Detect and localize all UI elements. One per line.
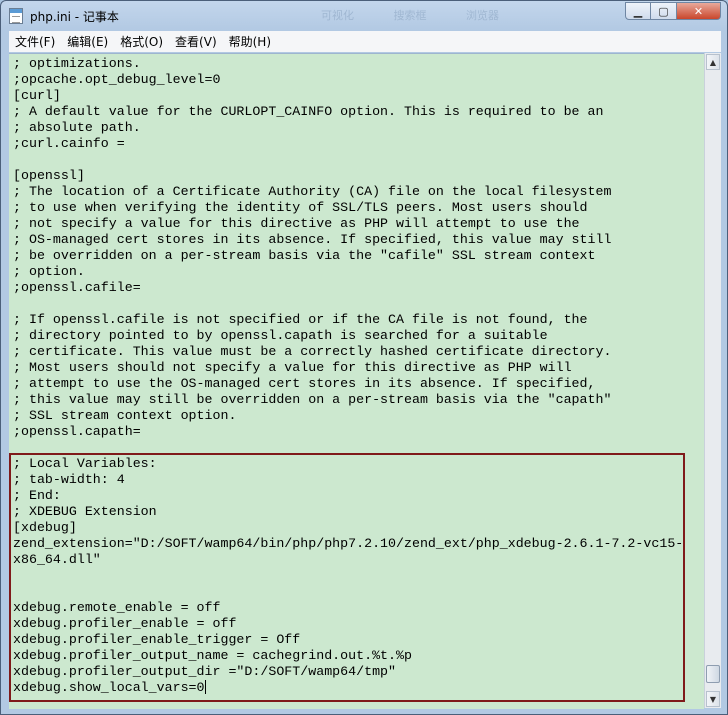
window-title: php.ini - 记事本 — [30, 10, 119, 24]
editor-line: ; certificate. This value must be a corr… — [13, 344, 612, 359]
scroll-thumb[interactable] — [706, 665, 720, 683]
title-bar[interactable]: php.ini - 记事本 可视化 搜索框 浏览器 ▁ ▢ ✕ — [1, 1, 727, 31]
editor-line: xdebug.profiler_output_name = cachegrind… — [13, 648, 412, 663]
ghost-tab: 可视化 — [321, 9, 354, 22]
ghost-tab: 搜索框 — [393, 9, 427, 22]
menu-format[interactable]: 格式(O) — [114, 33, 169, 50]
editor-line: zend_extension="D:/SOFT/wamp64/bin/php/p… — [13, 536, 684, 551]
menu-bar: 文件(F) 编辑(E) 格式(O) 查看(V) 帮助(H) — [9, 31, 721, 52]
background-taskbar-ghost: 可视化 搜索框 浏览器 — [321, 7, 535, 23]
editor-line: ; If openssl.cafile is not specified or … — [13, 312, 588, 327]
editor-line: x86_64.dll" — [13, 552, 101, 567]
editor-line: ; XDEBUG Extension — [13, 504, 157, 519]
editor-line: ;openssl.capath= — [13, 424, 141, 439]
editor-line: ;curl.cainfo = — [13, 136, 125, 151]
editor-line: ; this value may still be overridden on … — [13, 392, 612, 407]
close-button[interactable]: ✕ — [677, 2, 721, 20]
editor-line: ; be overridden on a per-stream basis vi… — [13, 248, 596, 263]
notepad-window: php.ini - 记事本 可视化 搜索框 浏览器 ▁ ▢ ✕ 文件(F) 编辑… — [0, 0, 728, 715]
text-caret — [204, 680, 206, 695]
window-controls: ▁ ▢ ✕ — [625, 2, 721, 22]
editor-line: xdebug.profiler_enable_trigger = Off — [13, 632, 301, 647]
editor-line: xdebug.profiler_enable = off — [13, 616, 237, 631]
editor-line: ; The location of a Certificate Authorit… — [13, 184, 612, 199]
editor-line: ; Most users should not specify a value … — [13, 360, 572, 375]
text-editor-area[interactable]: ; optimizations. ;opcache.opt_debug_level… — [9, 53, 704, 709]
menu-view[interactable]: 查看(V) — [169, 33, 223, 50]
editor-line: xdebug.show_local_vars=0 — [13, 680, 206, 695]
close-icon: ✕ — [693, 4, 704, 18]
editor-line: ; to use when verifying the identity of … — [13, 200, 588, 215]
editor-line: ; option. — [13, 264, 85, 279]
scroll-down-arrow-icon[interactable]: ▼ — [706, 691, 720, 707]
menu-help[interactable]: 帮助(H) — [223, 33, 277, 50]
editor-line: ; directory pointed to by openssl.capath… — [13, 328, 548, 343]
editor-line: ; A default value for the CURLOPT_CAINFO… — [13, 104, 604, 119]
editor-line: [openssl] — [13, 168, 85, 183]
editor-line: xdebug.remote_enable = off — [13, 600, 221, 615]
editor-line: ; Local Variables: — [13, 456, 157, 471]
ghost-tab: 浏览器 — [466, 9, 499, 22]
editor-line: ; optimizations. — [13, 56, 141, 71]
scroll-up-arrow-icon[interactable]: ▲ — [706, 54, 720, 70]
notepad-icon — [9, 8, 23, 24]
menu-edit[interactable]: 编辑(E) — [61, 33, 114, 50]
maximize-button[interactable]: ▢ — [651, 2, 677, 20]
menu-file[interactable]: 文件(F) — [9, 33, 61, 50]
minimize-button[interactable]: ▁ — [625, 2, 651, 20]
editor-line: xdebug.profiler_output_dir ="D:/SOFT/wam… — [13, 664, 397, 679]
editor-line: ; attempt to use the OS-managed cert sto… — [13, 376, 596, 391]
vertical-scrollbar[interactable]: ▲ ▼ — [704, 53, 721, 708]
editor-line: ; End: — [13, 488, 61, 503]
editor-line: [curl] — [13, 88, 61, 103]
minimize-icon: ▁ — [633, 4, 643, 18]
maximize-icon: ▢ — [658, 4, 669, 18]
editor-line: [xdebug] — [13, 520, 77, 535]
editor-line: ; tab-width: 4 — [13, 472, 125, 487]
editor-line: ;opcache.opt_debug_level=0 — [13, 72, 221, 87]
editor-line: ; absolute path. — [13, 120, 141, 135]
editor-line: ; SSL stream context option. — [13, 408, 237, 423]
editor-line: ;openssl.cafile= — [13, 280, 141, 295]
editor-line: ; OS-managed cert stores in its absence.… — [13, 232, 612, 247]
editor-line: ; not specify a value for this directive… — [13, 216, 580, 231]
